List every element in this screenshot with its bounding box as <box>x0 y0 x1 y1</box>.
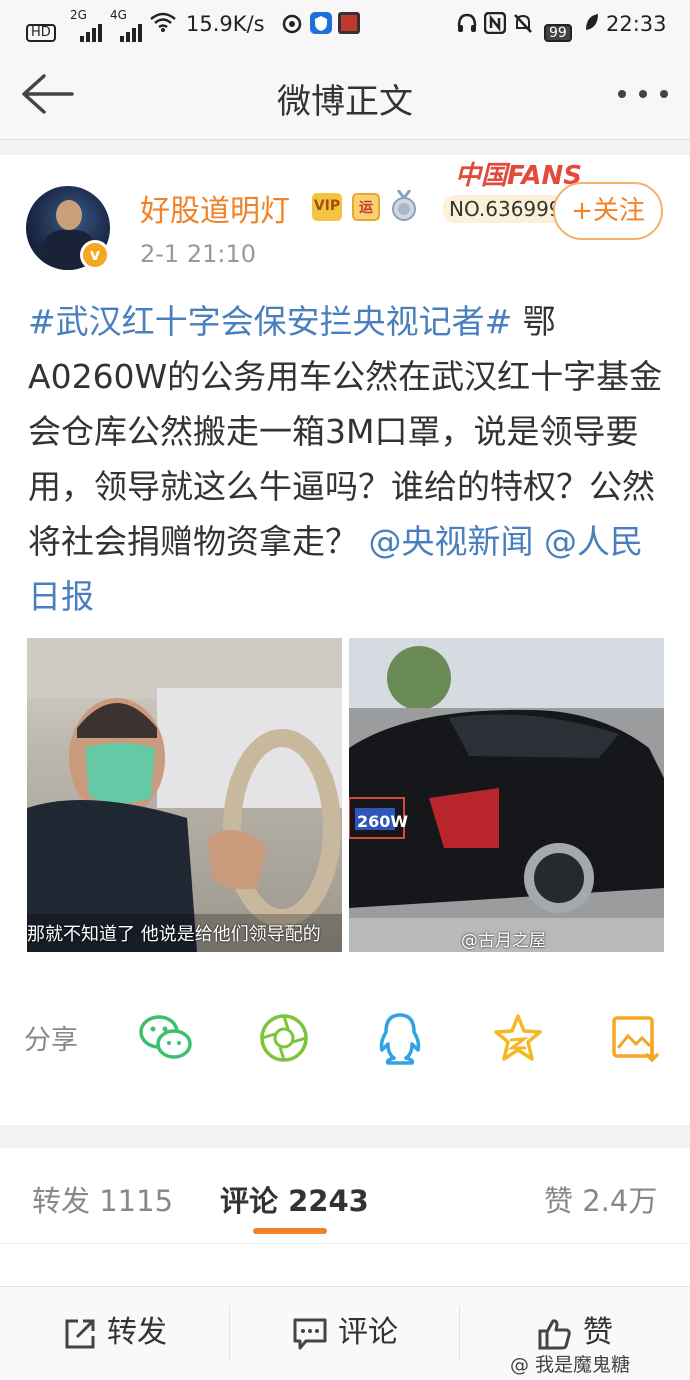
charging-leaf-icon <box>584 12 600 37</box>
license-plate: 260W <box>357 812 409 831</box>
mute-bell-icon <box>512 12 534 39</box>
status-bar: HD 2G 4G 15.9K/s 99 22:33 <box>0 0 690 48</box>
qzone-icon[interactable] <box>492 1012 544 1064</box>
tab-bar: 转发 1115 评论 2243 赞 2.4万 <box>0 1148 690 1244</box>
fans-title: 中国FANS <box>455 161 583 191</box>
app-icon-weibo <box>282 12 302 39</box>
comment-icon <box>293 1318 327 1349</box>
save-image-icon[interactable] <box>610 1012 662 1064</box>
comment-label: 评论 <box>338 1315 398 1350</box>
shield-app-icon <box>310 12 332 39</box>
active-tab-indicator <box>253 1228 327 1234</box>
thumbs-up-icon <box>538 1318 571 1349</box>
network-2g-label: 2G <box>70 8 87 22</box>
clock: 22:33 <box>606 12 667 36</box>
follow-button[interactable]: +关注 <box>553 182 663 240</box>
repost-button[interactable]: 转发 <box>0 1286 230 1380</box>
verified-badge-icon: v <box>80 240 110 270</box>
wechat-icon[interactable] <box>138 1012 192 1064</box>
moments-icon[interactable] <box>258 1012 310 1064</box>
vip-badge: VIP <box>312 193 342 221</box>
headphones-icon <box>456 12 478 39</box>
weibo-watermark: @ 我是魔鬼糖 <box>510 1354 631 1376</box>
comment-button[interactable]: 评论 <box>230 1286 460 1380</box>
image-watermark: @古月之屋 <box>461 931 546 951</box>
post-time: 2-1 21:10 <box>140 240 256 268</box>
tab-likes[interactable]: 赞 2.4万 <box>544 1178 657 1220</box>
post-image-2[interactable]: 260W @古月之屋 <box>349 638 664 952</box>
topic-link[interactable]: #武汉红十字会保安拦央视记者# <box>28 302 512 341</box>
yun-badge: 运 <box>352 193 380 221</box>
like-label: 赞 <box>583 1315 613 1350</box>
fans-number: NO.636999 <box>443 195 568 223</box>
post-text: #武汉红十字会保安拦央视记者# 鄂A0260W的公务用车公然在武汉红十字基金会仓… <box>28 294 664 624</box>
wifi-icon <box>150 12 176 37</box>
mention-cctv-news[interactable]: @央视新闻 <box>369 522 534 561</box>
tab-comments[interactable]: 评论 2243 <box>220 1178 369 1220</box>
repost-label: 转发 <box>107 1315 167 1350</box>
nav-bar: 微博正文 <box>0 48 690 140</box>
qq-icon[interactable] <box>376 1012 428 1065</box>
app-icon-soul <box>338 12 360 39</box>
username[interactable]: 好股道明灯 <box>140 186 290 230</box>
post-image-1[interactable]: 那就不知道了 他说是给他们领导配的 <box>27 638 342 952</box>
net-speed: 15.9K/s <box>186 12 265 36</box>
page-title: 微博正文 <box>277 82 413 122</box>
nfc-icon <box>483 11 507 39</box>
medal-icon <box>390 189 418 222</box>
share-label: 分享 <box>24 1025 78 1056</box>
image-caption: 那就不知道了 他说是给他们领导配的 <box>27 924 321 945</box>
network-4g-label: 4G <box>110 8 127 22</box>
repost-icon <box>65 1319 95 1348</box>
comments-area <box>0 1244 690 1286</box>
screen: HD 2G 4G 15.9K/s 99 22:33 微博正文 v 好股道明灯 V… <box>0 0 690 1380</box>
more-dots-icon[interactable] <box>616 86 670 100</box>
tab-reposts[interactable]: 转发 1115 <box>32 1178 173 1220</box>
